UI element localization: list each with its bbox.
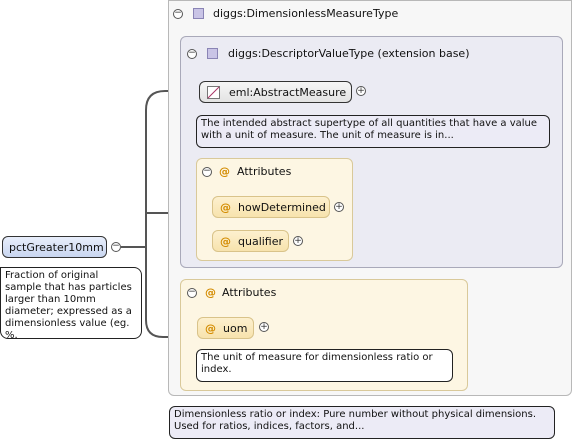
- abstract-element-icon: [207, 86, 220, 99]
- uom-doc: The unit of measure for dimensionless ra…: [196, 349, 453, 382]
- attribute-at-icon: @: [220, 201, 231, 214]
- root-element-label: pctGreater10mm: [9, 241, 104, 254]
- expand-how-determined-icon[interactable]: +: [334, 202, 344, 212]
- attributes-at-icon: @: [219, 165, 230, 178]
- type-doc: Dimensionless ratio or index: Pure numbe…: [169, 406, 555, 439]
- attribute-uom[interactable]: @ uom: [197, 317, 254, 339]
- attribute-how-determined[interactable]: @ howDetermined: [212, 196, 330, 218]
- complex-type-icon: [193, 8, 204, 19]
- collapse-inherited-attributes-icon[interactable]: −: [202, 167, 212, 177]
- collapse-root-icon[interactable]: −: [111, 242, 121, 252]
- root-element-doc: Fraction of original sample that has par…: [0, 267, 142, 341]
- attribute-how-determined-label: howDetermined: [238, 201, 326, 214]
- own-attributes-at-icon: @: [205, 286, 216, 299]
- extension-base-name: diggs:DescriptorValueType (extension bas…: [228, 47, 470, 60]
- inherited-attributes-title: Attributes: [237, 165, 292, 178]
- attribute-at-icon: @: [220, 235, 231, 248]
- abstract-measure-label: eml:AbstractMeasure: [229, 86, 347, 99]
- collapse-extension-icon[interactable]: −: [187, 49, 197, 59]
- abstract-measure-doc: The intended abstract supertype of all q…: [196, 115, 550, 148]
- expand-abstract-measure-icon[interactable]: +: [356, 86, 366, 96]
- abstract-measure-element[interactable]: eml:AbstractMeasure: [199, 81, 352, 103]
- collapse-type-icon[interactable]: −: [173, 9, 183, 19]
- collapse-own-attributes-icon[interactable]: −: [187, 288, 197, 298]
- attribute-uom-label: uom: [223, 322, 248, 335]
- attribute-qualifier[interactable]: @ qualifier: [212, 230, 289, 252]
- extension-type-icon: [207, 48, 218, 59]
- type-name: diggs:DimensionlessMeasureType: [213, 7, 399, 20]
- own-attributes-title: Attributes: [222, 286, 277, 299]
- attribute-qualifier-label: qualifier: [238, 235, 284, 248]
- attribute-at-icon: @: [205, 322, 216, 335]
- expand-uom-icon[interactable]: +: [259, 322, 269, 332]
- root-element-pct-greater-10mm[interactable]: pctGreater10mm: [2, 236, 107, 258]
- expand-qualifier-icon[interactable]: +: [293, 236, 303, 246]
